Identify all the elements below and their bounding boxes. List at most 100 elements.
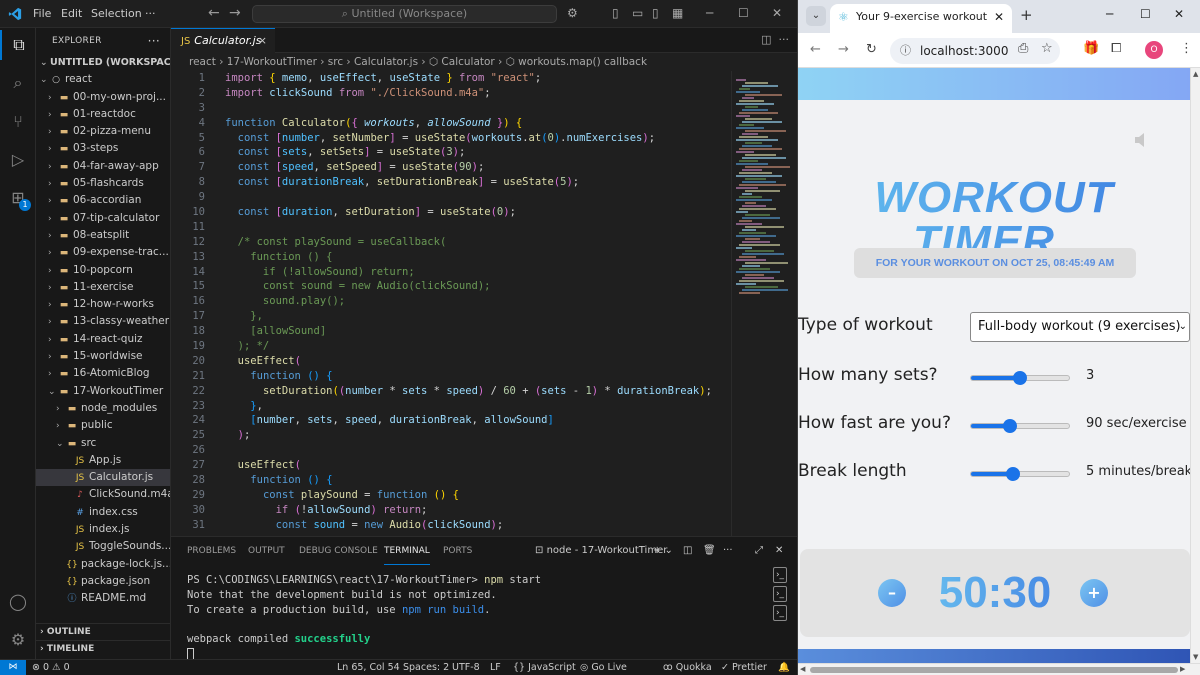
extensions-puzzle-icon[interactable]: ⧠ bbox=[1111, 41, 1121, 56]
minimap[interactable] bbox=[731, 71, 797, 536]
scroll-left-icon[interactable]: ◀ bbox=[800, 665, 805, 673]
encoding-status[interactable]: UTF-8 bbox=[452, 660, 480, 675]
workout-type-select[interactable]: Full-body workout (9 exercises) ⌄ bbox=[970, 312, 1190, 342]
slider-thumb[interactable] bbox=[1006, 467, 1021, 481]
tree-item[interactable]: JS App.js bbox=[36, 452, 170, 469]
sets-slider[interactable] bbox=[970, 371, 1070, 385]
problems-status[interactable]: ⊗ 0 ⚠ 0 bbox=[32, 660, 70, 675]
tree-item[interactable]: › ▬ 07-tip-calculator bbox=[36, 210, 170, 227]
slider-thumb[interactable] bbox=[1013, 371, 1027, 385]
address-bar[interactable]: ⓘ localhost:3000 bbox=[890, 38, 1060, 64]
search-icon[interactable]: ⌕ bbox=[0, 68, 36, 98]
tab-debug-console[interactable]: DEBUG CONSOLE bbox=[299, 537, 378, 565]
bookmark-star-icon[interactable]: ☆ bbox=[1041, 41, 1053, 56]
menu-file[interactable]: File bbox=[33, 7, 51, 20]
forward-icon[interactable]: → bbox=[838, 42, 849, 57]
terminal-instance-icon[interactable]: ›_ bbox=[773, 586, 787, 602]
tree-item[interactable]: › ▬ 05-flashcards bbox=[36, 175, 170, 192]
forward-arrow-icon[interactable]: → bbox=[229, 5, 241, 21]
tab-problems[interactable]: PROBLEMS bbox=[187, 537, 236, 565]
terminal-output[interactable]: PS C:\CODINGS\LEARNINGS\react\17-Workout… bbox=[187, 573, 767, 662]
tab-search-icon[interactable]: ⌄ bbox=[806, 6, 826, 26]
toggle-panel-icon[interactable]: ▭ bbox=[632, 6, 643, 20]
outline-section[interactable]: › OUTLINE bbox=[36, 623, 170, 640]
close-panel-icon[interactable]: ✕ bbox=[775, 545, 783, 556]
toggle-sidebar-icon[interactable]: ▯ bbox=[612, 6, 619, 20]
split-editor-icon[interactable]: ◫ ··· bbox=[761, 33, 789, 46]
install-app-icon[interactable]: ⎙ bbox=[1018, 41, 1028, 56]
tab-terminal[interactable]: TERMINAL bbox=[384, 537, 430, 565]
run-debug-icon[interactable]: ▷ bbox=[0, 144, 36, 174]
vertical-scrollbar[interactable]: ▲ ▼ bbox=[1190, 68, 1200, 663]
account-icon[interactable]: ◯ bbox=[0, 586, 36, 616]
terminal-instance-icon[interactable]: ›_ bbox=[773, 567, 787, 583]
minimize-icon[interactable]: ─ bbox=[706, 6, 713, 20]
tree-item[interactable]: › ▬ 04-far-away-app bbox=[36, 158, 170, 175]
speed-slider[interactable] bbox=[970, 419, 1070, 433]
workspace-header[interactable]: ⌄ UNTITLED (WORKSPACE) bbox=[36, 54, 170, 71]
tree-item[interactable]: › ▬ 13-classy-weather bbox=[36, 313, 170, 330]
tree-item[interactable]: › ▬ 01-reactdoc bbox=[36, 106, 170, 123]
tree-item[interactable]: ⌄ ○ react bbox=[36, 71, 170, 88]
settings-gear-icon[interactable]: ⚙ bbox=[0, 624, 36, 654]
browser-tab[interactable]: ⚛ Your 9-exercise workout ✕ bbox=[830, 4, 1012, 33]
close-window-icon[interactable]: ✕ bbox=[1174, 7, 1184, 21]
terminal-instance-icon[interactable]: ›_ bbox=[773, 605, 787, 621]
tree-item[interactable]: › ▬ 03-steps bbox=[36, 140, 170, 157]
tree-item[interactable]: › ▬ 12-how-r-works bbox=[36, 296, 170, 313]
extension-icon[interactable]: 🎁 bbox=[1083, 41, 1099, 56]
explorer-icon[interactable]: ⧉ bbox=[0, 30, 36, 60]
tree-item[interactable]: › ▬ 02-pizza-menu bbox=[36, 123, 170, 140]
tree-item[interactable]: › ▬ node_modules bbox=[36, 400, 170, 417]
horizontal-scrollbar[interactable]: ◀ ▶ bbox=[798, 663, 1200, 675]
tree-item[interactable]: › ▬ public bbox=[36, 417, 170, 434]
close-tab-icon[interactable]: ✕ bbox=[994, 4, 1004, 30]
breadcrumb[interactable]: react › 17-WorkoutTimer › src › Calculat… bbox=[171, 53, 797, 71]
menu-edit[interactable]: Edit bbox=[61, 7, 82, 20]
increase-button[interactable]: + bbox=[1080, 579, 1108, 607]
new-tab-icon[interactable]: + bbox=[1020, 6, 1033, 24]
site-info-icon[interactable]: ⓘ bbox=[900, 38, 911, 64]
tree-item[interactable]: › ▬ 14-react-quiz bbox=[36, 331, 170, 348]
toggle-secondary-icon[interactable]: ▯ bbox=[652, 6, 659, 20]
command-center[interactable]: ⌕ Untitled (Workspace) bbox=[252, 5, 557, 23]
tree-item[interactable]: # index.css bbox=[36, 504, 170, 521]
timeline-section[interactable]: › TIMELINE bbox=[36, 640, 170, 657]
tree-item[interactable]: {} package-lock.js... bbox=[36, 556, 170, 573]
more-icon[interactable]: ··· bbox=[723, 545, 733, 556]
tree-item[interactable]: › ▬ 00-my-own-proj... bbox=[36, 89, 170, 106]
golive-status[interactable]: ◎ Go Live bbox=[580, 660, 627, 675]
back-icon[interactable]: ← bbox=[810, 42, 821, 57]
tree-item[interactable]: JS Calculator.js bbox=[36, 469, 170, 487]
copilot-icon[interactable]: ⚙ bbox=[567, 6, 578, 20]
tree-item[interactable]: ⌄ ▬ src bbox=[36, 435, 170, 452]
maximize-icon[interactable]: ☐ bbox=[738, 6, 749, 20]
tree-item[interactable]: › ▬ 09-expense-trac... bbox=[36, 244, 170, 261]
close-tab-icon[interactable]: × bbox=[258, 29, 267, 53]
reload-icon[interactable]: ↻ bbox=[866, 42, 877, 57]
tree-item[interactable]: ⌄ ▬ 17-WorkoutTimer bbox=[36, 383, 170, 400]
new-terminal-icon[interactable]: + ⌄ bbox=[653, 545, 673, 556]
split-terminal-icon[interactable]: ◫ bbox=[683, 545, 692, 556]
tree-item[interactable]: › ▬ 06-accordian bbox=[36, 192, 170, 209]
scroll-down-icon[interactable]: ▼ bbox=[1193, 653, 1198, 661]
profile-avatar[interactable]: O bbox=[1145, 41, 1163, 59]
break-slider[interactable] bbox=[970, 467, 1070, 481]
prettier-status[interactable]: ✓ Prettier bbox=[721, 660, 767, 675]
kill-terminal-icon[interactable]: 🗑 bbox=[703, 545, 716, 556]
tree-item[interactable]: {} package.json bbox=[36, 573, 170, 590]
tree-item[interactable]: › ▬ 08-eatsplit bbox=[36, 227, 170, 244]
slider-thumb[interactable] bbox=[1003, 419, 1018, 433]
source-control-icon[interactable]: ⑂ bbox=[0, 106, 36, 136]
language-status[interactable]: {} JavaScript bbox=[513, 660, 576, 675]
back-arrow-icon[interactable]: ← bbox=[208, 5, 220, 21]
tree-item[interactable]: › ▬ 16-AtomicBlog bbox=[36, 365, 170, 382]
menu-more[interactable]: ··· bbox=[145, 7, 156, 20]
maximize-icon[interactable]: ☐ bbox=[1140, 7, 1151, 21]
terminal-selector[interactable]: ⊡ node - 17-WorkoutTimer bbox=[535, 545, 667, 556]
scroll-right-icon[interactable]: ▶ bbox=[1180, 665, 1185, 673]
quokka-status[interactable]: ꝏ Quokka bbox=[663, 660, 712, 675]
scroll-thumb[interactable] bbox=[810, 667, 1178, 673]
tree-item[interactable]: JS index.js bbox=[36, 521, 170, 538]
tree-item[interactable]: ♪ ClickSound.m4a bbox=[36, 486, 170, 503]
